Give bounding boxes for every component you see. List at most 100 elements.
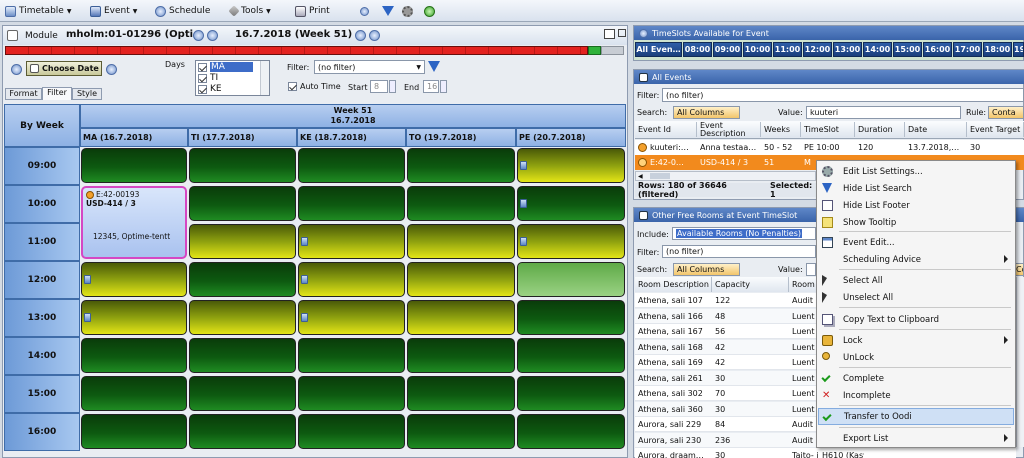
timeslot-all-button[interactable]: All Even… — [635, 42, 682, 57]
slot-cell[interactable] — [298, 148, 405, 183]
timeslot-button[interactable]: 18:00 — [983, 42, 1012, 57]
prev-module-icon[interactable] — [193, 30, 204, 41]
timeslot-button[interactable]: 12:00 — [803, 42, 832, 57]
slot-cell[interactable] — [517, 376, 625, 411]
maximize-icon[interactable] — [618, 29, 626, 37]
timeslot-button[interactable]: 11:00 — [773, 42, 802, 57]
rooms-filter-select[interactable]: (no filter) — [662, 245, 816, 258]
events-rule-select[interactable]: Conta — [988, 106, 1024, 119]
window-icon[interactable] — [604, 29, 615, 39]
slot-cell[interactable] — [189, 148, 296, 183]
start-stepper[interactable] — [389, 80, 396, 93]
tab-format[interactable]: Format — [5, 88, 42, 100]
menu-item-hide-list-search[interactable]: Hide List Search — [818, 180, 1014, 197]
prev-week-icon[interactable] — [355, 30, 366, 41]
scroll-thumb[interactable] — [650, 173, 670, 179]
slot-cell[interactable] — [189, 338, 296, 373]
slot-cell[interactable] — [407, 224, 515, 259]
menu-item-event-edit[interactable]: Event Edit... — [818, 234, 1014, 251]
timeslot-button[interactable]: 09:00 — [713, 42, 742, 57]
slot-cell[interactable] — [517, 186, 625, 221]
day-option-ti[interactable]: TI — [198, 73, 218, 83]
menu-item-copy-text-to-clipboard[interactable]: Copy Text to Clipboard — [818, 311, 1014, 328]
events-search-columns[interactable]: All Columns — [673, 106, 740, 119]
tab-filter[interactable]: Filter — [42, 87, 72, 100]
choose-date-button[interactable]: Choose Date — [26, 61, 102, 76]
slot-cell[interactable] — [298, 414, 405, 449]
menu-item-select-all[interactable]: Select All — [818, 272, 1014, 289]
slot-cell[interactable] — [189, 186, 296, 221]
day-option-ma[interactable]: MA — [198, 62, 253, 72]
checkbox-ma[interactable] — [198, 62, 207, 72]
tools-menu[interactable]: Tools ▼ — [228, 3, 271, 19]
slot-cell[interactable] — [517, 224, 625, 259]
tab-style[interactable]: Style — [72, 88, 102, 100]
menu-item-scheduling-advice[interactable]: Scheduling Advice — [818, 251, 1014, 268]
col-room[interactable]: Room — [789, 277, 819, 292]
auto-time-checkbox[interactable] — [288, 82, 297, 91]
col-weeks[interactable]: Weeks — [761, 122, 801, 137]
filter-funnel-icon[interactable] — [428, 61, 440, 72]
slot-cell[interactable] — [189, 224, 296, 259]
slot-cell[interactable] — [189, 262, 296, 297]
col-event-description[interactable]: Event Description — [697, 122, 761, 137]
auto-time-toggle[interactable]: Auto Time — [288, 82, 341, 91]
rooms-search-columns[interactable]: All Columns — [673, 263, 740, 276]
slot-cell[interactable] — [298, 300, 405, 335]
filter-select[interactable]: (no filter) ▼ — [314, 60, 425, 74]
timetable-menu[interactable]: Timetable ▼ — [5, 3, 71, 19]
print-button[interactable]: Print — [295, 3, 330, 19]
days-scrollbar[interactable] — [260, 61, 269, 95]
slot-cell[interactable] — [517, 300, 625, 335]
slot-cell[interactable] — [298, 186, 405, 221]
col-room-description[interactable]: Room Description — [635, 277, 712, 292]
col-date[interactable]: Date — [905, 122, 967, 137]
slot-cell[interactable] — [81, 338, 187, 373]
checkbox-ke[interactable] — [198, 84, 207, 94]
slot-cell[interactable] — [81, 376, 187, 411]
day-option-ke[interactable]: KE — [198, 84, 222, 94]
end-stepper[interactable] — [440, 80, 447, 93]
slot-cell[interactable] — [81, 414, 187, 449]
slot-cell[interactable] — [298, 338, 405, 373]
slot-cell[interactable] — [81, 148, 187, 183]
timeslot-button[interactable]: 16:00 — [923, 42, 952, 57]
timeslot-button[interactable]: 15:00 — [893, 42, 922, 57]
col-duration[interactable]: Duration — [855, 122, 905, 137]
filter-button[interactable] — [382, 3, 394, 19]
checkbox-ti[interactable] — [198, 73, 207, 83]
menu-item-hide-list-footer[interactable]: Hide List Footer — [818, 197, 1014, 214]
next-date-icon[interactable] — [106, 64, 117, 75]
slot-cell[interactable] — [407, 148, 515, 183]
search-button[interactable] — [360, 3, 369, 19]
menu-item-export-list[interactable]: Export List — [818, 430, 1014, 447]
include-select[interactable]: Available Rooms (No Penalties) — [672, 227, 816, 240]
col-capacity[interactable]: Capacity — [712, 277, 789, 292]
slot-cell[interactable] — [407, 414, 515, 449]
menu-item-complete[interactable]: Complete — [818, 370, 1014, 387]
slot-cell[interactable] — [517, 148, 625, 183]
next-week-icon[interactable] — [369, 30, 380, 41]
slot-cell[interactable] — [298, 262, 405, 297]
slot-cell[interactable] — [407, 186, 515, 221]
settings-button[interactable] — [402, 3, 413, 19]
timeslot-button[interactable]: 10:00 — [743, 42, 772, 57]
menu-item-incomplete[interactable]: ✕ Incomplete — [818, 387, 1014, 404]
slot-cell[interactable] — [407, 376, 515, 411]
slot-cell[interactable] — [189, 300, 296, 335]
schedule-button[interactable]: Schedule — [155, 3, 210, 19]
col-event-id[interactable]: Event Id — [635, 122, 697, 137]
slot-cell[interactable] — [81, 300, 187, 335]
col-event-target[interactable]: Event Target S — [967, 122, 1024, 137]
slot-cell[interactable] — [81, 262, 187, 297]
slot-cell[interactable] — [407, 338, 515, 373]
timeslot-button[interactable]: 08:00 — [683, 42, 712, 57]
rooms-search-input[interactable] — [806, 263, 816, 276]
event-block[interactable]: E:42-00193 USD-414 / 3 12345, Optime-ten… — [81, 186, 187, 259]
end-input[interactable]: 16 — [423, 80, 439, 93]
timeslot-button[interactable]: 19 — [1013, 42, 1024, 57]
start-input[interactable]: 8 — [370, 80, 388, 93]
next-module-icon[interactable] — [207, 30, 218, 41]
slot-cell[interactable] — [517, 414, 625, 449]
slot-cell[interactable] — [407, 300, 515, 335]
